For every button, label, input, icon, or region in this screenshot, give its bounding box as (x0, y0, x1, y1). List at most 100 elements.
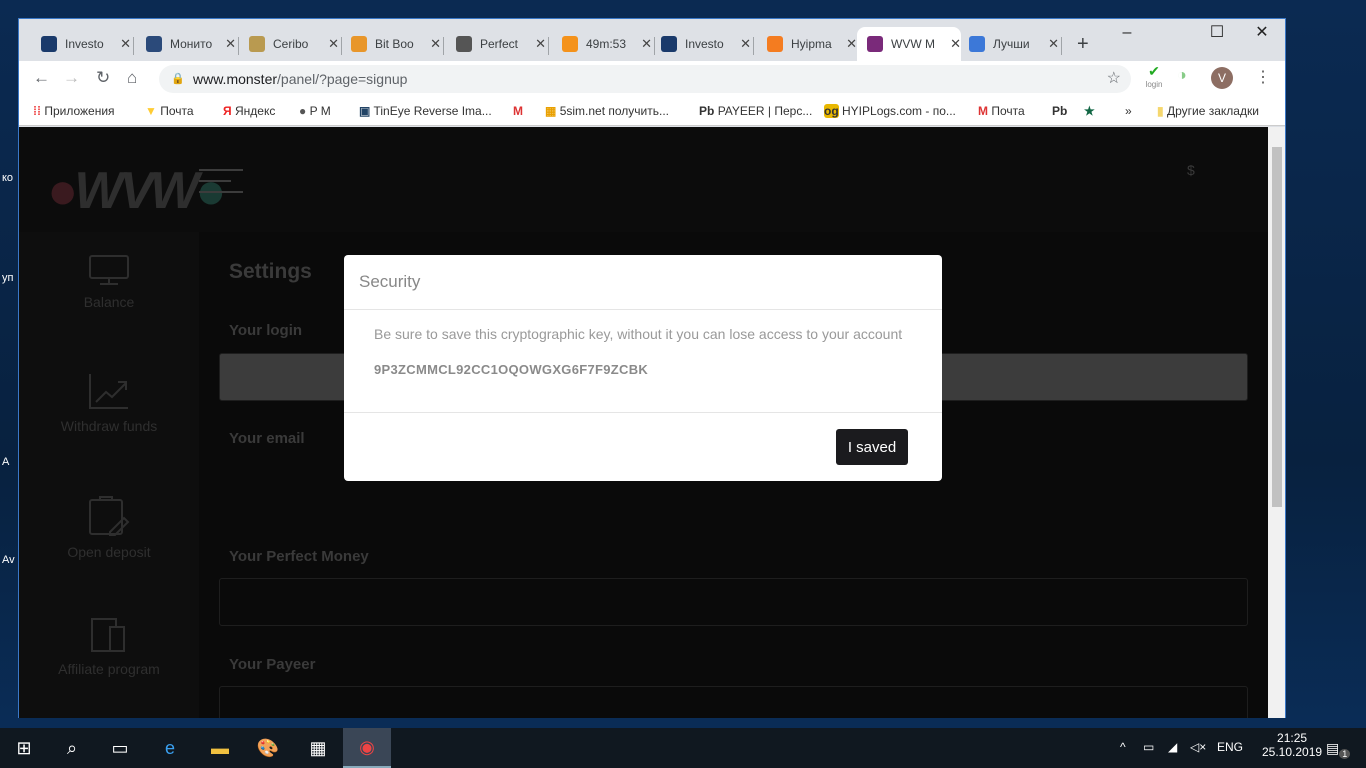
desktop-label[interactable]: Av (2, 554, 15, 566)
tab[interactable]: 49m:53 ✕ (552, 27, 652, 61)
tab[interactable]: Hyipma ✕ (757, 27, 857, 61)
close-button[interactable]: ✕ (1239, 19, 1285, 47)
reload-icon[interactable]: ↻ (96, 68, 110, 88)
language-indicator[interactable]: ENG (1217, 740, 1243, 754)
extension-icon[interactable]: ◑ (1177, 67, 1187, 85)
tab-close-icon[interactable]: ✕ (846, 36, 857, 52)
tab-close-icon[interactable]: ✕ (535, 36, 546, 52)
task-view-icon[interactable]: ▭ (96, 728, 144, 768)
star-icon[interactable]: ☆ (1107, 65, 1121, 93)
email-label: Your email (229, 430, 305, 447)
forward-icon[interactable]: → (63, 68, 80, 88)
search-icon[interactable]: ⌕ (48, 728, 96, 768)
back-icon[interactable]: ← (33, 68, 50, 88)
minimize-button[interactable]: – (1104, 19, 1150, 47)
sidebar-item-open-deposit[interactable]: Open deposit (19, 496, 199, 560)
page-title: Settings (229, 260, 312, 283)
scrollbar[interactable] (1268, 127, 1285, 718)
sidebar-item-balance[interactable]: Balance (19, 254, 199, 310)
sidebar-item-withdraw[interactable]: Withdraw funds (19, 372, 199, 434)
site-logo[interactable]: ●WVW● (47, 161, 227, 221)
taskbar: ⊞ ⌕ ▭ e ▬ 🎨 ▦ ◉ ^ ▭ ◢ ◁× ENG 21:25 25.10.… (0, 728, 1366, 768)
wifi-icon[interactable]: ◢ (1168, 740, 1177, 754)
bookmarks-bar: ⁞⁞ Приложения ▼ Почта Я Яндекс ● P M ▣ T… (19, 96, 1285, 126)
volume-muted-icon[interactable]: ◁× (1190, 740, 1206, 754)
currency-indicator: $ (1187, 162, 1195, 178)
tab-favicon-icon (41, 36, 57, 52)
new-tab-button[interactable]: + (1067, 27, 1089, 61)
tab[interactable]: WVW M ✕ (857, 27, 961, 61)
url-path: /panel/?page=signup (277, 71, 408, 87)
profile-avatar[interactable]: V (1211, 67, 1233, 89)
tab-title: Perfect (480, 37, 519, 51)
address-bar[interactable]: 🔒 www.monster/panel/?page=signup ☆ (159, 65, 1131, 93)
home-icon[interactable]: ⌂ (127, 68, 137, 88)
bookmark-star[interactable]: ★ (1084, 104, 1095, 118)
lock-icon: 🔒 (171, 73, 185, 85)
bookmark-yandex[interactable]: Я Яндекс (223, 104, 275, 118)
tab-favicon-icon (767, 36, 783, 52)
tab-separator (753, 37, 754, 55)
edge-icon[interactable]: e (146, 728, 194, 768)
bookmark-apps[interactable]: ⁞⁞ Приложения (33, 104, 115, 118)
tab-close-icon[interactable]: ✕ (225, 36, 236, 52)
start-windows-icon[interactable]: ⊞ (0, 728, 48, 768)
i-saved-button[interactable]: I saved (836, 429, 908, 465)
tab[interactable]: Монито ✕ (136, 27, 236, 61)
site-header: ●WVW● $ (19, 127, 1269, 232)
tab-separator (133, 37, 134, 55)
tab-title: Монито (170, 37, 213, 51)
scrollbar-thumb[interactable] (1272, 147, 1282, 507)
modal-message: Be sure to save this cryptographic key, … (374, 326, 903, 342)
sidebar-item-affiliate[interactable]: Affiliate program (19, 617, 199, 677)
chrome-icon[interactable]: ◉ (343, 728, 391, 768)
bookmarks-overflow[interactable]: » (1125, 104, 1132, 118)
tab[interactable]: Perfect ✕ (446, 27, 546, 61)
tab-close-icon[interactable]: ✕ (1048, 36, 1059, 52)
desktop-label[interactable]: уп (2, 272, 13, 284)
tab[interactable]: Investo ✕ (651, 27, 751, 61)
bookmark-payeer-2[interactable]: Pb (1052, 104, 1067, 118)
tab-title: Investo (65, 37, 104, 51)
tab-favicon-icon (249, 36, 265, 52)
file-explorer-icon[interactable]: ▬ (196, 728, 244, 768)
tab-close-icon[interactable]: ✕ (120, 36, 131, 52)
bookmark-mail[interactable]: ▼ Почта (145, 104, 194, 118)
maximize-button[interactable]: ☐ (1194, 19, 1240, 47)
battery-icon[interactable]: ▭ (1143, 740, 1154, 754)
bookmark-tineye[interactable]: ▣ TinEye Reverse Ima... (359, 104, 492, 118)
login-extension-icon[interactable]: ✔ login (1143, 63, 1165, 89)
other-bookmarks[interactable]: ▮ Другие закладки (1157, 104, 1259, 118)
notifications-icon[interactable]: ▤ 1 (1326, 740, 1351, 759)
tab-close-icon[interactable]: ✕ (740, 36, 751, 52)
tab[interactable]: Лучши ✕ (959, 27, 1059, 61)
bookmark-hyiplogs[interactable]: og HYIPLogs.com - по... (824, 104, 956, 118)
perfect-money-field[interactable] (219, 578, 1248, 626)
tab[interactable]: Investo ✕ (31, 27, 131, 61)
tab-title: Ceribo (273, 37, 309, 51)
url-host: www.monster (193, 71, 278, 87)
login-label: Your login (229, 322, 303, 339)
tab-title: Hyipma (791, 37, 832, 51)
paint-icon[interactable]: 🎨 (244, 728, 292, 768)
show-hidden-icons[interactable]: ^ (1120, 740, 1126, 754)
tab[interactable]: Bit Boo ✕ (341, 27, 441, 61)
clock[interactable]: 21:25 25.10.2019 (1262, 731, 1322, 759)
bookmark-5sim[interactable]: ▦ 5sim.net получить... (545, 104, 669, 118)
desktop-label[interactable]: А (2, 456, 9, 468)
payeer-field[interactable] (219, 686, 1248, 718)
menu-icon[interactable]: ⋮ (1255, 67, 1271, 87)
tab[interactable]: Ceribo ✕ (239, 27, 339, 61)
desktop-label[interactable]: ко (2, 172, 13, 184)
bookmark-payeer[interactable]: Pb PAYEER | Перс... (699, 104, 812, 118)
tab-close-icon[interactable]: ✕ (430, 36, 441, 52)
payeer-label: Your Payeer (229, 656, 316, 673)
tab-separator (1061, 37, 1062, 55)
tab-close-icon[interactable]: ✕ (328, 36, 339, 52)
calculator-icon[interactable]: ▦ (294, 728, 342, 768)
bookmark-pm[interactable]: ● P M (299, 104, 331, 118)
bookmark-mail-2[interactable]: M Почта (978, 104, 1025, 118)
bookmark-gmail[interactable]: M (513, 104, 523, 118)
sidebar: Balance Withdraw funds Open deposit Affi… (19, 232, 199, 718)
hamburger-menu-icon[interactable] (199, 169, 243, 202)
